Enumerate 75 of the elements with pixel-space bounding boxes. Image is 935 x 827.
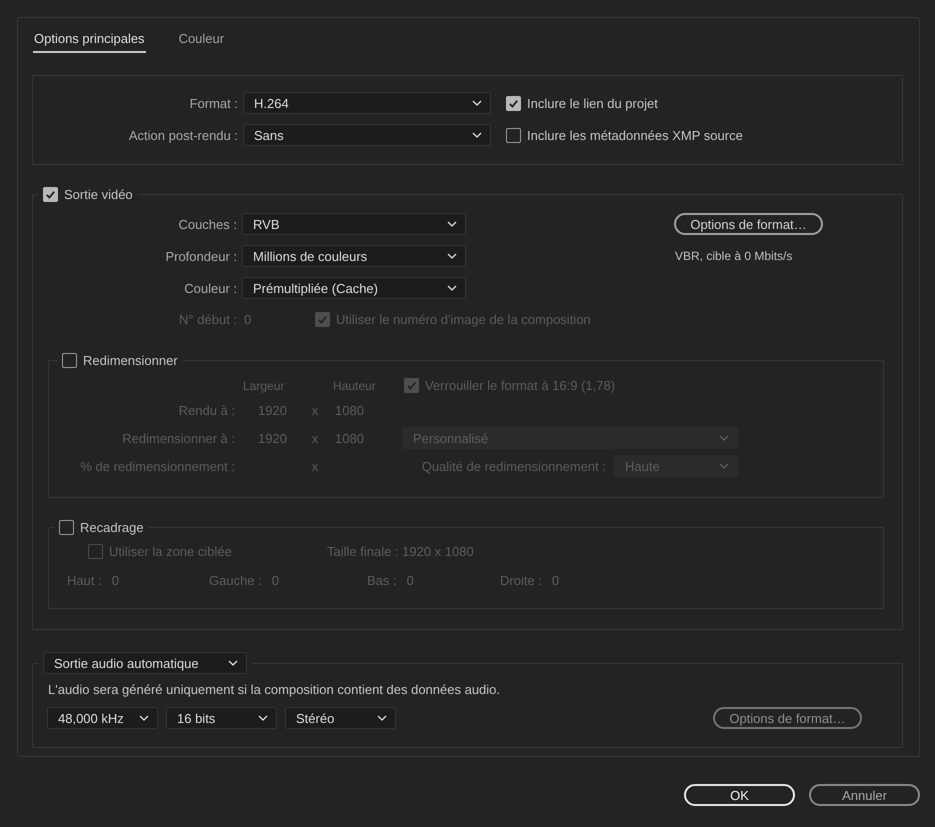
- field-value: 0: [552, 573, 560, 588]
- field-value: 0: [272, 573, 279, 588]
- checkmark-icon: [508, 98, 519, 108]
- checkmark-icon: [45, 189, 56, 200]
- column-header: Hauteur: [332, 378, 377, 392]
- chevron-down-icon: [472, 132, 482, 138]
- format-options-button[interactable]: Options de format…: [674, 213, 823, 235]
- audio-note: L'audio sera généré uniquement si la composition contient des données audio.: [47, 681, 502, 697]
- dropdown[interactable]: Sans: [243, 124, 491, 146]
- times-sign: x: [310, 402, 320, 418]
- chevron-down-icon: [258, 715, 268, 721]
- chevron-down-icon: [139, 715, 149, 721]
- field-label: Redimensionner à :: [121, 430, 236, 446]
- checkbox-label: Sortie vidéo: [64, 187, 133, 202]
- field-label: Haut :: [67, 573, 102, 588]
- field-value: 1080: [335, 430, 364, 446]
- checkbox-label: Recadrage: [80, 520, 144, 535]
- checkmark-icon: [406, 380, 417, 391]
- field-label: % de redimensionnement :: [79, 458, 236, 474]
- chevron-down-icon: [472, 100, 482, 106]
- field-value: 0: [112, 573, 119, 588]
- ok-button[interactable]: OK: [684, 784, 795, 806]
- field-label: Bas :: [367, 573, 397, 588]
- checkbox[interactable]: [88, 544, 103, 559]
- chevron-down-icon: [719, 435, 729, 441]
- checkbox[interactable]: [62, 353, 77, 368]
- checkbox-label: Utiliser la zone ciblée: [109, 544, 232, 559]
- chevron-down-icon: [447, 253, 457, 259]
- field-label: Action post-rendu :: [128, 128, 239, 142]
- dropdown[interactable]: Prémultipliée (Cache): [242, 277, 466, 299]
- chevron-down-icon: [447, 221, 457, 227]
- field-value: 1920: [258, 402, 287, 418]
- column-header: Largeur: [242, 378, 286, 392]
- checkbox-label: Redimensionner: [83, 353, 178, 368]
- checkbox-label: Inclure les métadonnées XMP source: [527, 128, 743, 142]
- field-value: 1920: [258, 430, 287, 446]
- checkbox[interactable]: [43, 187, 58, 202]
- dropdown[interactable]: 16 bits: [166, 707, 277, 729]
- field-label: Couleur :: [183, 280, 238, 296]
- checkbox[interactable]: [404, 378, 419, 393]
- tab[interactable]: Options principales: [33, 29, 146, 53]
- checkmark-icon: [317, 314, 328, 324]
- cancel-button[interactable]: Annuler: [809, 784, 920, 806]
- final-size-text: Taille finale : 1920 x 1080: [327, 544, 474, 559]
- dropdown[interactable]: Millions de couleurs: [242, 245, 466, 267]
- field-label: Gauche :: [209, 573, 262, 588]
- field-label: Qualité de redimensionnement :: [422, 458, 606, 474]
- times-sign: x: [310, 430, 320, 446]
- field-label: Droite :: [500, 573, 542, 588]
- chevron-down-icon: [719, 463, 729, 469]
- field-value: 1080: [335, 402, 364, 418]
- checkbox-label: Inclure le lien du projet: [527, 96, 658, 110]
- dropdown[interactable]: Sortie audio automatique: [43, 652, 247, 674]
- chevron-down-icon: [377, 715, 387, 721]
- field-label: Couches :: [177, 216, 238, 232]
- field-label: Format :: [188, 96, 239, 110]
- field-label: Rendu à :: [178, 402, 236, 418]
- dropdown[interactable]: 48,000 kHz: [47, 707, 158, 729]
- field-value: 0: [406, 573, 414, 588]
- bitrate-note: VBR, cible à 0 Mbits/s: [674, 249, 794, 263]
- dropdown[interactable]: H.264: [243, 92, 491, 114]
- checkbox[interactable]: [506, 128, 521, 142]
- dropdown[interactable]: Stéréo: [285, 707, 396, 729]
- chevron-down-icon: [447, 285, 457, 291]
- chevron-down-icon: [228, 660, 238, 666]
- times-sign: x: [310, 458, 320, 474]
- field-label: N° début :: [178, 312, 238, 326]
- checkbox[interactable]: [506, 96, 521, 110]
- field-value: 0: [243, 312, 252, 326]
- tab[interactable]: Couleur: [178, 29, 226, 53]
- field-label: Profondeur :: [164, 248, 238, 264]
- checkbox-label: Utiliser le numéro d'image de la composition: [336, 312, 591, 326]
- checkbox[interactable]: [59, 520, 74, 535]
- checkbox-label: Verrouiller le format à 16:9 (1,78): [425, 378, 616, 393]
- dropdown[interactable]: RVB: [242, 213, 466, 235]
